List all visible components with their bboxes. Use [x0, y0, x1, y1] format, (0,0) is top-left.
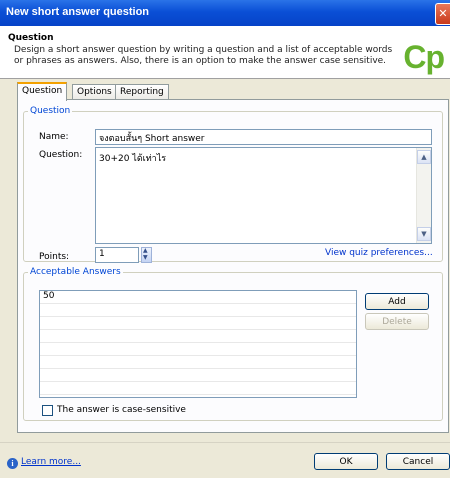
question-group: Question Name: จงตอบสั้นๆ Short answer Q… [23, 106, 443, 263]
question-tab-panel: Question Name: จงตอบสั้นๆ Short answer Q… [17, 99, 449, 433]
question-textarea[interactable]: 30+20 ได้เท่าไร ▲ ▼ [95, 147, 432, 244]
captivate-logo: Cp [403, 39, 445, 75]
ok-button[interactable]: OK [314, 453, 378, 470]
delete-answer-button[interactable]: Delete [365, 313, 429, 330]
answers-group-legend: Acceptable Answers [30, 267, 121, 277]
tab-options[interactable]: Options [72, 84, 117, 99]
points-stepper[interactable]: ▲ ▼ [141, 247, 152, 263]
title-bar[interactable]: New short answer question ✕ [0, 0, 450, 26]
scroll-down-icon[interactable]: ▼ [417, 227, 431, 241]
header-title: Question [8, 33, 54, 43]
case-sensitive-checkbox[interactable] [42, 405, 53, 416]
close-button[interactable]: ✕ [435, 3, 450, 25]
dialog-footer: i Learn more... OK Cancel [0, 442, 450, 478]
question-label: Question: [39, 150, 83, 160]
learn-more-link[interactable]: Learn more... [21, 457, 81, 467]
answer-row[interactable]: 50 [40, 291, 356, 304]
empty-answer-row[interactable] [40, 382, 356, 395]
view-quiz-preferences-link[interactable]: View quiz preferences... [325, 248, 433, 258]
empty-answer-row[interactable] [40, 343, 356, 356]
name-field[interactable]: จงตอบสั้นๆ Short answer [95, 129, 432, 145]
answers-list[interactable]: 50 [39, 290, 357, 398]
add-answer-button[interactable]: Add [365, 293, 429, 310]
empty-answer-row[interactable] [40, 304, 356, 317]
empty-answer-row[interactable] [40, 330, 356, 343]
stepper-up-icon[interactable]: ▲ [143, 247, 148, 254]
question-textarea-value: 30+20 ได้เท่าไร [99, 154, 167, 164]
cancel-button[interactable]: Cancel [386, 453, 450, 470]
dialog-body: Question Options Reporting Question Name… [0, 78, 450, 443]
empty-answer-row[interactable] [40, 356, 356, 369]
case-sensitive-label: The answer is case-sensitive [57, 405, 186, 415]
window-title: New short answer question [6, 6, 150, 18]
acceptable-answers-group: Acceptable Answers 50 Add Delete The ans… [23, 267, 443, 421]
tab-reporting[interactable]: Reporting [115, 84, 169, 99]
scroll-up-icon[interactable]: ▲ [417, 150, 431, 164]
points-label: Points: [39, 252, 70, 262]
info-icon: i [7, 458, 18, 469]
dialog-header: Question Design a short answer question … [0, 26, 450, 78]
question-group-legend: Question [30, 106, 71, 116]
empty-answer-row[interactable] [40, 317, 356, 330]
question-scrollbar[interactable]: ▲ ▼ [416, 148, 431, 243]
header-description: Design a short answer question by writin… [14, 45, 393, 66]
answer-value: 50 [43, 291, 55, 301]
points-field[interactable]: 1 [95, 247, 139, 263]
empty-answer-row[interactable] [40, 369, 356, 382]
name-field-value: จงตอบสั้นๆ Short answer [99, 134, 205, 144]
tab-question[interactable]: Question [17, 82, 68, 101]
stepper-down-icon[interactable]: ▼ [143, 254, 148, 261]
points-field-value: 1 [99, 249, 105, 259]
name-label: Name: [39, 132, 69, 142]
